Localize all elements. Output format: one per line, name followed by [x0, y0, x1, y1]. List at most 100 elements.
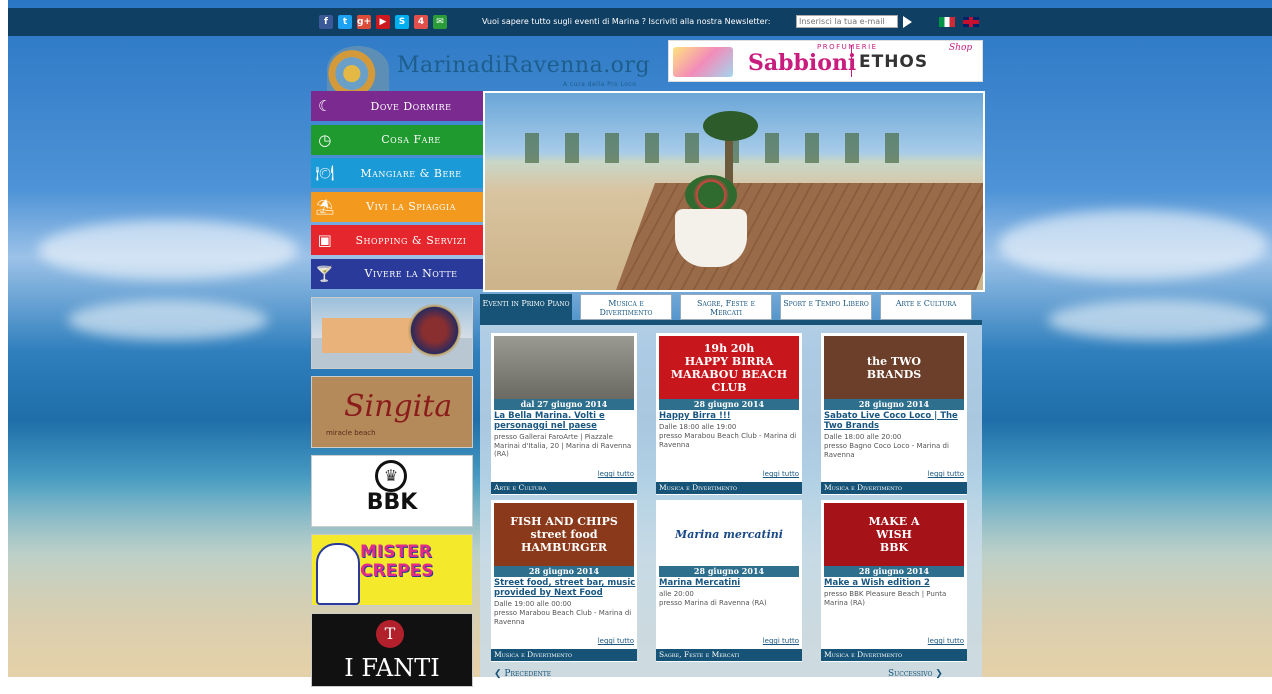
- newsletter-submit-icon[interactable]: [903, 16, 912, 28]
- event-title-link[interactable]: Street food, street bar, music provided …: [494, 578, 636, 598]
- event-category[interactable]: Musica e Divertimento: [821, 649, 967, 661]
- page-container: MarinadiRavenna.org A cura della Pro Loc…: [311, 36, 985, 687]
- event-title-link[interactable]: La Bella Marina. Volti e personaggi nel …: [494, 411, 636, 431]
- event-card: MAKE A WISH BBK 28 giugno 2014 Make a Wish e…: [821, 500, 967, 662]
- tab-2[interactable]: Sagre, Feste e Mercati: [680, 294, 772, 320]
- nav-label: Mangiare & Bere: [360, 166, 462, 180]
- nav-item-1[interactable]: ◷ Cosa Fare: [311, 124, 483, 155]
- banner-divider: [851, 45, 852, 77]
- twitter-icon[interactable]: t: [338, 15, 352, 29]
- pager-next[interactable]: Successivo ❯: [888, 669, 943, 679]
- pager-next-label: Successivo: [888, 669, 933, 679]
- event-date: 28 giugno 2014: [824, 399, 964, 410]
- event-image[interactable]: Marina mercatini: [659, 503, 799, 566]
- ad-singita[interactable]: Singita miracle beach: [311, 376, 473, 448]
- nav-label: Shopping & Servizi: [355, 233, 467, 247]
- event-card: 19h 20h HAPPY BIRRA MARABOU BEACH CLUB 28 g…: [656, 333, 802, 495]
- ad-mister-crepes[interactable]: MISTER CREPES: [311, 534, 473, 606]
- read-more-link[interactable]: leggi tutto: [598, 637, 634, 645]
- logo-title: MarinadiRavenna.org: [397, 53, 651, 78]
- hero-pot: [675, 209, 747, 267]
- sponsor-banner[interactable]: PROFUMERIE Sabbioni ETHOS Shop: [668, 40, 983, 82]
- nav-item-4[interactable]: ▣ Shopping & Servizi: [311, 225, 483, 255]
- email-icon[interactable]: ✉: [433, 15, 447, 29]
- tab-1[interactable]: Musica e Divertimento: [580, 294, 672, 320]
- event-card: dal 27 giugno 2014 La Bella Marina. Volti…: [491, 333, 637, 495]
- nav-label: Dove Dormire: [370, 99, 452, 113]
- event-title-link[interactable]: Make a Wish edition 2: [824, 578, 966, 588]
- google-plus-icon[interactable]: g+: [357, 15, 371, 29]
- sidebar-ads: Singita miracle beach ♛ BBK MISTER CREPES T I …: [311, 297, 473, 694]
- event-category[interactable]: Sagre, Feste e Mercati: [656, 649, 802, 661]
- event-title-link[interactable]: Happy Birra !!!: [659, 411, 801, 421]
- event-category[interactable]: Musica e Divertimento: [491, 649, 637, 661]
- ad-i-fanti[interactable]: TI FANTI: [311, 613, 473, 687]
- site-logo[interactable]: MarinadiRavenna.org A cura della Pro Loc…: [327, 42, 662, 92]
- top-bar: f t g+ ▶ S 4 ✉ Vuoi sapere tutto sugli eventi …: [8, 8, 1272, 36]
- cloud: [38, 220, 298, 280]
- banner-brand: Sabbioni: [748, 50, 857, 76]
- event-image[interactable]: 19h 20h HAPPY BIRRA MARABOU BEACH CLUB: [659, 336, 799, 399]
- ad-la-battigia[interactable]: [311, 297, 473, 369]
- event-date: 28 giugno 2014: [494, 566, 634, 577]
- nav-item-2[interactable]: 🍽 Mangiare & Bere: [311, 158, 483, 188]
- cloud: [68, 300, 268, 340]
- read-more-link[interactable]: leggi tutto: [598, 470, 634, 478]
- event-image[interactable]: FISH AND CHIPS street food HAMBURGER: [494, 503, 634, 566]
- event-place: presso Marabou Beach Club - Marina di Ra…: [494, 609, 632, 626]
- nav-icon: ⛱: [315, 197, 335, 216]
- cloud: [998, 210, 1268, 280]
- event-time: Dalle 19:00 alle 00:00: [494, 600, 572, 608]
- uk-flag-icon[interactable]: [963, 17, 979, 27]
- event-image[interactable]: [494, 336, 634, 399]
- nav-item-3[interactable]: ⛱ Vivi la Spiaggia: [311, 191, 483, 222]
- tab-4[interactable]: Arte e Cultura: [880, 294, 972, 320]
- newsletter-text: Vuoi sapere tutto sugli eventi di Marina…: [482, 17, 771, 26]
- event-time: Dalle 18:00 alle 20:00: [824, 433, 902, 441]
- read-more-link[interactable]: leggi tutto: [763, 637, 799, 645]
- event-place: presso Gallerai FaroArte | Piazzale Mari…: [494, 433, 632, 458]
- italian-flag-icon[interactable]: [939, 17, 955, 27]
- event-category[interactable]: Arte e Cultura: [491, 482, 637, 494]
- event-place: presso Marabou Beach Club - Marina di Ra…: [659, 432, 797, 449]
- event-date: 28 giugno 2014: [659, 566, 799, 577]
- banner-shop: Shop: [949, 43, 973, 53]
- nav-icon: ◷: [318, 130, 332, 149]
- event-time: Dalle 18:00 alle 19:00: [659, 423, 737, 431]
- nav-icon: 🍽: [315, 164, 335, 182]
- ad-bbk[interactable]: ♛ BBK: [311, 455, 473, 527]
- event-date: 28 giugno 2014: [659, 399, 799, 410]
- event-title-link[interactable]: Sabato Live Coco Loco | The Two Brands: [824, 411, 966, 431]
- event-place: presso Bagno Coco Loco - Marina di Raven…: [824, 442, 949, 459]
- event-place: presso BBK Pleasure Beach | Punta Marina…: [824, 590, 947, 607]
- event-image[interactable]: MAKE A WISH BBK: [824, 503, 964, 566]
- youtube-icon[interactable]: ▶: [376, 15, 390, 29]
- read-more-link[interactable]: leggi tutto: [763, 470, 799, 478]
- event-title-link[interactable]: Marina Mercatini: [659, 578, 801, 588]
- skype-icon[interactable]: S: [395, 15, 409, 29]
- nav-item-0[interactable]: ☾ Dove Dormire: [311, 91, 483, 121]
- event-category[interactable]: Musica e Divertimento: [656, 482, 802, 494]
- nav-icon: 🍸: [315, 264, 335, 283]
- read-more-link[interactable]: leggi tutto: [928, 637, 964, 645]
- event-image[interactable]: the TWO BRANDS: [824, 336, 964, 399]
- newsletter-email-input[interactable]: [796, 15, 898, 28]
- event-card: Marina mercatini 28 giugno 2014 Marina Mer…: [656, 500, 802, 662]
- nav-item-5[interactable]: 🍸 Vivere la Notte: [311, 258, 483, 289]
- hero-deck: [614, 183, 983, 290]
- foursquare-icon[interactable]: 4: [414, 15, 428, 29]
- event-category[interactable]: Musica e Divertimento: [821, 482, 967, 494]
- facebook-icon[interactable]: f: [319, 15, 333, 29]
- hero-palm-top: [703, 111, 758, 141]
- event-time: alle 20:00: [659, 590, 694, 598]
- logo-subtitle: A cura della Pro Loco: [563, 81, 637, 88]
- read-more-link[interactable]: leggi tutto: [928, 470, 964, 478]
- event-place: presso Marina di Ravenna (RA): [659, 599, 767, 607]
- tab-3[interactable]: Sport e Tempo Libero: [780, 294, 872, 320]
- banner-partner: ETHOS: [859, 52, 929, 72]
- social-icons: f t g+ ▶ S 4 ✉: [319, 15, 447, 29]
- hero-image: [483, 91, 985, 292]
- pager-prev[interactable]: ❮ Precedente: [494, 669, 551, 679]
- event-tabs: Eventi in Primo Piano Musica e Divertimen…: [480, 294, 981, 320]
- tab-0[interactable]: Eventi in Primo Piano: [480, 294, 572, 320]
